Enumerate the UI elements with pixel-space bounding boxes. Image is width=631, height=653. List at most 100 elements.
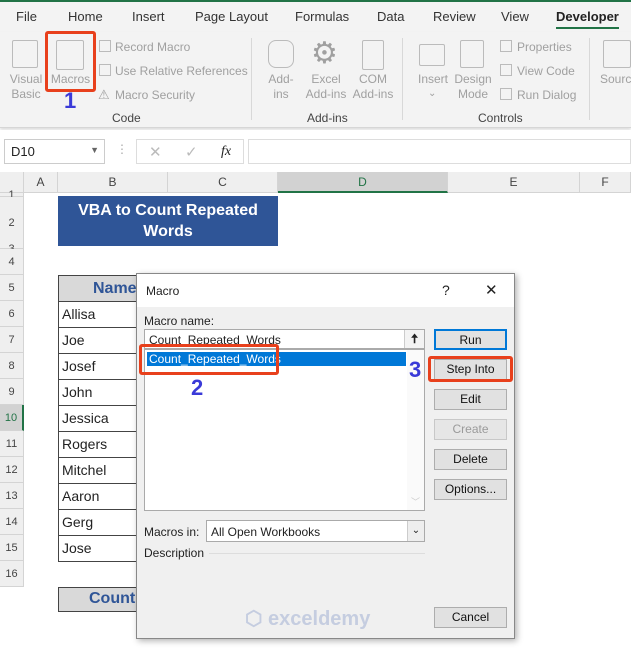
create-label: Create	[452, 422, 489, 436]
chevron-down-icon[interactable]: ﹀	[411, 495, 420, 508]
watermark-logo: ⬡ exceldemy	[245, 608, 371, 630]
dialog-titlebar: Macro ? ✕	[137, 274, 514, 307]
options-button[interactable]: Options...	[434, 479, 507, 500]
close-button[interactable]: ✕	[485, 281, 498, 299]
run-button[interactable]: Run	[434, 329, 507, 350]
highlight-step-into	[428, 356, 513, 382]
tab-review[interactable]: Review	[433, 9, 476, 24]
cancel-button[interactable]: Cancel	[434, 607, 507, 628]
macros-in-label: Macros in:	[144, 525, 200, 539]
addins-button[interactable]: Add-ins	[262, 72, 300, 102]
create-button[interactable]: Create	[434, 419, 507, 440]
macro-dialog: Macro ? ✕ Macro name: Count_Repeated_Wor…	[136, 273, 515, 639]
macro-security-button[interactable]: Macro Security	[115, 88, 195, 102]
row-header-10[interactable]: 10	[0, 405, 24, 431]
column-header-a[interactable]: A	[24, 172, 58, 193]
macros-in-value: All Open Workbooks	[211, 525, 321, 539]
gear-icon: ⚙	[311, 37, 338, 70]
record-macro-button[interactable]: Record Macro	[115, 40, 190, 54]
excel-addins-button[interactable]: Excel Add-ins	[301, 72, 351, 102]
visual-basic-icon	[12, 40, 38, 68]
tab-formulas[interactable]: Formulas	[295, 9, 349, 24]
step-number-3: 3	[409, 357, 422, 382]
dialog-title: Macro	[146, 284, 180, 298]
tab-file[interactable]: File	[16, 9, 37, 24]
row-header-6[interactable]: 6	[0, 301, 24, 327]
relative-references-button[interactable]: Use Relative References	[115, 64, 248, 78]
tab-insert[interactable]: Insert	[132, 9, 165, 24]
description-divider	[209, 553, 425, 554]
macros-in-select[interactable]: All Open Workbooks ⌄	[206, 520, 425, 542]
row-header-9[interactable]: 9	[0, 379, 24, 405]
group-divider	[589, 38, 590, 120]
view-code-button[interactable]: View Code	[517, 64, 575, 78]
drag-handle-icon: ⋮	[116, 142, 128, 156]
step-number-1: 1	[64, 88, 77, 113]
toolbox-icon	[419, 44, 445, 66]
fx-icon[interactable]: fx	[221, 144, 231, 160]
design-mode-button[interactable]: Design Mode	[452, 72, 494, 102]
view-code-icon	[500, 64, 512, 76]
addins-icon	[268, 40, 294, 68]
tab-data[interactable]: Data	[377, 9, 404, 24]
name-box-value: D10	[11, 144, 35, 159]
sheet-title[interactable]: VBA to Count Repeated Words	[58, 196, 278, 246]
row-header-14[interactable]: 14	[0, 509, 24, 535]
chevron-down-icon[interactable]: ⌄	[407, 521, 424, 541]
column-header-c[interactable]: C	[168, 172, 278, 193]
formula-bar-area: D10 ▼ ⋮ ✕ ✓ fx	[0, 130, 631, 172]
source-button[interactable]: Source	[600, 72, 631, 87]
tab-developer[interactable]: Developer	[556, 9, 619, 29]
upload-arrow-icon[interactable]: 🠅	[404, 330, 424, 348]
row-header-4[interactable]: 4	[0, 249, 24, 275]
delete-button[interactable]: Delete	[434, 449, 507, 470]
ribbon-tabs: File Home Insert Page Layout Formulas Da…	[0, 2, 631, 32]
row-header-8[interactable]: 8	[0, 353, 24, 379]
column-header-d[interactable]: D	[278, 172, 448, 193]
formula-buttons: ✕ ✓ fx	[136, 139, 244, 164]
com-addins-button[interactable]: COM Add-ins	[350, 72, 396, 102]
cancel-icon[interactable]: ✕	[149, 143, 162, 161]
chevron-down-icon: ▼	[90, 145, 99, 155]
name-box[interactable]: D10 ▼	[4, 139, 105, 164]
warning-icon: ⚠	[98, 87, 110, 102]
formula-input[interactable]	[248, 139, 631, 164]
row-header-7[interactable]: 7	[0, 327, 24, 353]
group-divider	[251, 38, 252, 120]
edit-label: Edit	[460, 392, 481, 406]
step-number-2: 2	[191, 375, 204, 400]
tab-page-layout[interactable]: Page Layout	[195, 9, 268, 24]
help-button[interactable]: ?	[442, 282, 450, 298]
tab-home[interactable]: Home	[68, 9, 103, 24]
highlight-macros	[45, 31, 96, 92]
design-mode-icon	[460, 40, 484, 68]
column-header-e[interactable]: E	[448, 172, 580, 193]
com-addins-icon	[362, 40, 384, 70]
properties-button[interactable]: Properties	[517, 40, 572, 54]
row-header-13[interactable]: 13	[0, 483, 24, 509]
row-header-12[interactable]: 12	[0, 457, 24, 483]
column-header-b[interactable]: B	[58, 172, 168, 193]
group-label-code: Code	[112, 111, 141, 125]
insert-control-button[interactable]: Insert	[412, 72, 454, 87]
row-header-15[interactable]: 15	[0, 535, 24, 561]
row-header-16[interactable]: 16	[0, 561, 24, 587]
run-dialog-button[interactable]: Run Dialog	[517, 88, 576, 102]
tab-view[interactable]: View	[501, 9, 529, 24]
column-header-f[interactable]: F	[580, 172, 631, 193]
check-icon[interactable]: ✓	[185, 143, 198, 161]
group-divider	[402, 38, 403, 120]
delete-label: Delete	[453, 452, 488, 466]
row-header-11[interactable]: 11	[0, 431, 24, 457]
run-dialog-icon	[500, 88, 512, 100]
row-header-5[interactable]: 5	[0, 275, 24, 301]
edit-button[interactable]: Edit	[434, 389, 507, 410]
chevron-down-icon: ⌄	[428, 88, 437, 99]
options-label: Options...	[444, 482, 497, 496]
macro-name-label: Macro name:	[144, 314, 215, 328]
description-label: Description	[144, 546, 205, 560]
highlight-list-item	[139, 344, 279, 375]
group-label-controls: Controls	[478, 111, 523, 125]
visual-basic-button[interactable]: Visual Basic	[6, 72, 46, 102]
row-header-2[interactable]: 2	[0, 197, 24, 249]
